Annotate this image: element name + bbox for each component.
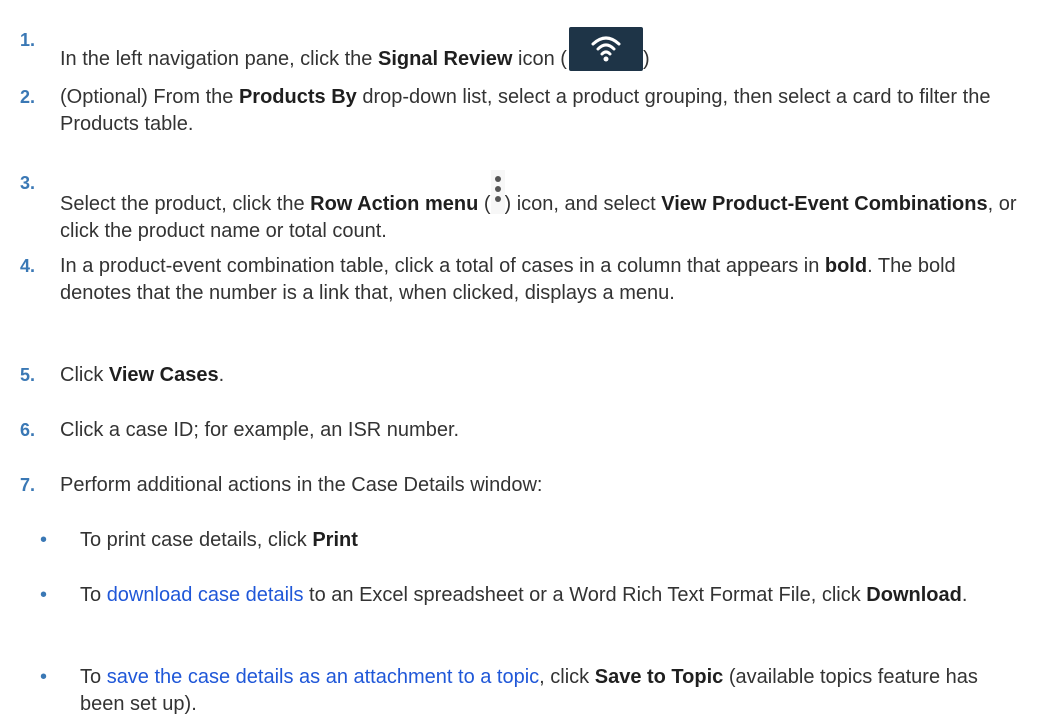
step-number: 5.	[20, 365, 36, 385]
bullet-text: To print case details, click Print	[80, 529, 358, 551]
save-to-topic-label: Save to Topic	[594, 666, 724, 688]
kebab-menu-icon	[490, 170, 505, 214]
step-text: Click a case ID; for example, an ISR num…	[60, 419, 460, 441]
print-label: Print	[312, 529, 358, 551]
save-as-attachment-link[interactable]: save the case details as an attachment t…	[107, 666, 539, 688]
step-text: (Optional) From the Products By drop-dow…	[60, 86, 991, 135]
step-number: 4.	[20, 256, 36, 276]
view-product-event-combinations-label: View Product-Event Combinations	[661, 193, 988, 215]
bullet-text: To save the case details as an attachmen…	[80, 666, 978, 715]
step-text: Click View Cases.	[60, 364, 225, 386]
download-case-details-link[interactable]: download case details	[107, 584, 304, 606]
step-text: In a product-event combination table, cl…	[60, 255, 956, 304]
step-number: 7.	[20, 475, 36, 495]
signal-review-label: Signal Review	[377, 48, 513, 70]
bullet-text: To download case details to an Excel spr…	[80, 584, 968, 606]
step-text: Select the product, click the Row Action…	[60, 170, 1030, 245]
step-number: 3.	[20, 173, 36, 193]
step-number: 1.	[20, 30, 36, 50]
step-number: 6.	[20, 420, 36, 440]
view-cases-label: View Cases	[108, 364, 219, 386]
bold-label: bold	[824, 255, 868, 277]
bullet-marker: •	[40, 584, 48, 606]
step-text: In the left navigation pane, click the S…	[60, 27, 1030, 73]
bullet-marker: •	[40, 529, 48, 551]
row-action-menu-label: Row Action menu	[310, 193, 479, 215]
bullet-marker: •	[40, 666, 48, 688]
step-number: 2.	[20, 87, 36, 107]
wifi-icon	[568, 27, 643, 71]
products-by-label: Products By	[238, 86, 357, 108]
instruction-document: 1. In the left navigation pane, click th…	[0, 0, 1047, 717]
step-text: Perform additional actions in the Case D…	[60, 474, 543, 496]
download-label: Download	[866, 584, 962, 606]
